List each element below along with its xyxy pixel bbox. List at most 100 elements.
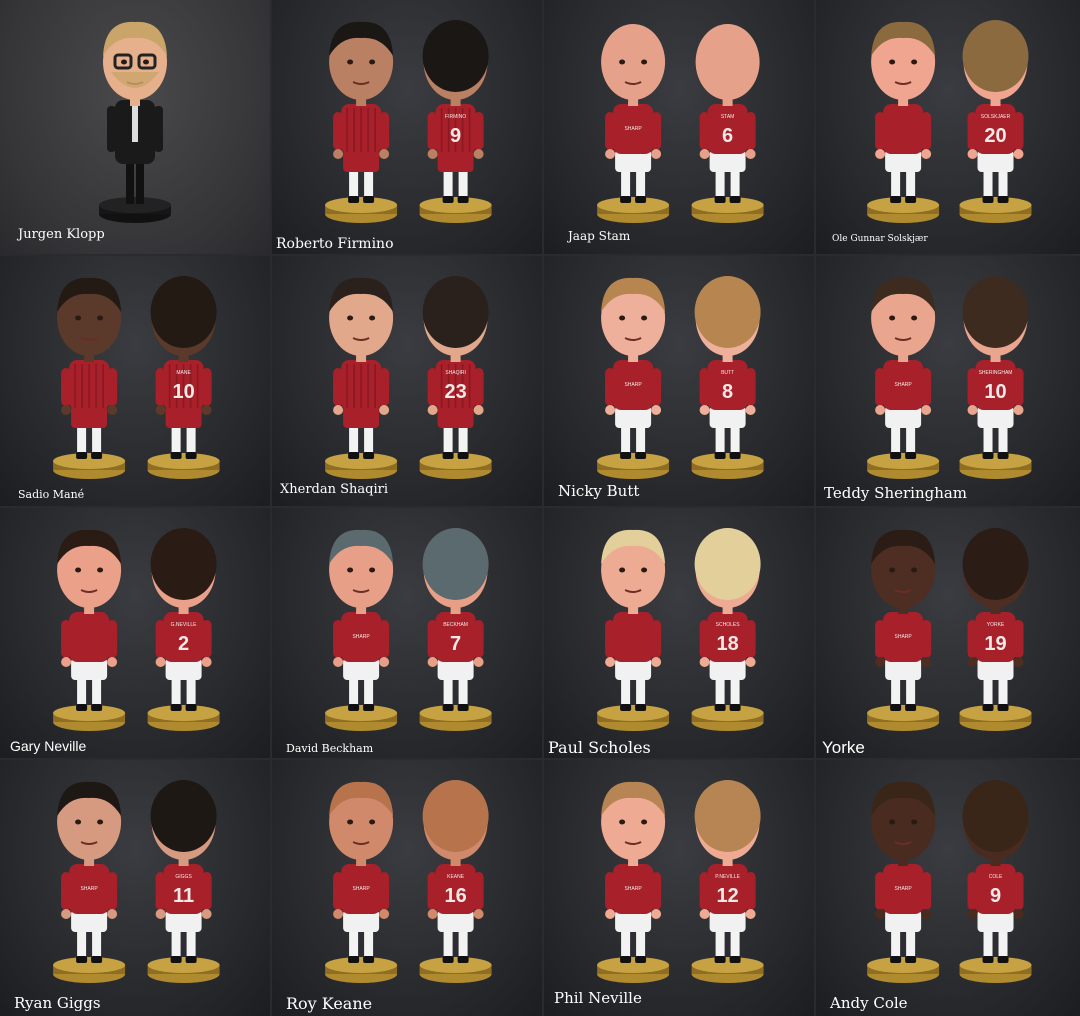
figurine-boot xyxy=(729,704,741,711)
figurine-hand xyxy=(201,909,212,919)
figurine-hair xyxy=(962,780,1029,852)
figurine-boot xyxy=(890,704,902,711)
player-name-caption: Paul Scholes xyxy=(548,738,651,757)
figurine-eye xyxy=(347,59,354,65)
player-name-caption: Sadio Mané xyxy=(18,488,85,501)
shirt-sponsor: SHARP xyxy=(895,382,913,388)
figurine-hand xyxy=(967,405,978,415)
figurine-front-view: SHARP xyxy=(867,529,940,731)
figurine-eye xyxy=(911,59,918,65)
figurine-eye xyxy=(619,819,626,825)
shirt-back-number: 2 xyxy=(178,633,189,655)
figurine-hand xyxy=(473,149,484,159)
figurine-eye xyxy=(641,59,648,65)
figurine-boot xyxy=(982,704,994,711)
figurine-boot xyxy=(348,196,360,203)
figurine-hand xyxy=(427,149,438,159)
figurine-hair xyxy=(150,780,217,852)
figurine-photo: MANE 10 xyxy=(53,276,220,479)
figurine-boot xyxy=(348,956,360,963)
figurine-boot xyxy=(457,704,469,711)
figurine-hand xyxy=(333,909,344,919)
figurine-hand xyxy=(745,149,756,159)
figurine-eye xyxy=(619,567,626,573)
figurine-boot xyxy=(170,452,182,459)
figurine-hand xyxy=(921,405,932,415)
figurine-eye xyxy=(911,567,918,573)
shirt-sponsor: SHARP xyxy=(895,634,913,640)
figurine-hand xyxy=(155,909,166,919)
shirt-back-number: 10 xyxy=(172,381,194,403)
figurine-hand xyxy=(201,657,212,667)
figurine-back-view: MANE 10 xyxy=(147,276,220,479)
figurine-leg xyxy=(983,930,993,960)
figurine-boot xyxy=(997,196,1009,203)
figurine-leg xyxy=(458,426,468,456)
figurine-leg xyxy=(621,426,631,456)
figurine-leg xyxy=(730,930,740,960)
figurine-photo: SHAQIRI 23 xyxy=(325,276,492,479)
figurine-leg xyxy=(364,426,374,456)
figurine-hand xyxy=(651,405,662,415)
figurine-hand xyxy=(379,657,390,667)
figurine-front-view: SHARP xyxy=(867,277,940,479)
figurine-back-view: G.NEVILLE 2 xyxy=(147,528,220,731)
player-name-caption: Andy Cole xyxy=(830,994,908,1012)
figurine-leg xyxy=(77,426,87,456)
figurine-back-view: GIGGS 11 xyxy=(147,780,220,983)
figurine-hand xyxy=(379,149,390,159)
figurine-boot xyxy=(905,704,917,711)
figurine-hair xyxy=(422,276,489,348)
figurine-hand xyxy=(107,657,118,667)
figurine-hand xyxy=(155,405,166,415)
figurine-hair xyxy=(694,780,761,852)
figurine-hand xyxy=(379,405,390,415)
figurine-leg xyxy=(349,170,359,200)
figurine-hand xyxy=(61,909,72,919)
figurine-leg xyxy=(906,426,916,456)
figurine-leg xyxy=(364,678,374,708)
figurine-leg xyxy=(636,930,646,960)
figurine-photo: G.NEVILLE 2 xyxy=(53,528,220,731)
figurine-hand xyxy=(967,909,978,919)
figurine-eye xyxy=(889,315,896,321)
figurine-hand xyxy=(921,149,932,159)
figurine-boot xyxy=(620,956,632,963)
figurine-boot xyxy=(620,704,632,711)
figurine-front-view xyxy=(325,21,398,223)
figurine-boot xyxy=(997,452,1009,459)
figurine-photo: SHARP STAM 6 xyxy=(597,24,764,223)
figurine-eye xyxy=(619,315,626,321)
shirt-back-number: 7 xyxy=(450,633,461,655)
figurine-hand xyxy=(605,149,616,159)
figurine-photo: SHARP SHERINGHAM 10 xyxy=(867,276,1032,479)
shirt-back-name: SHAQIRI xyxy=(445,370,466,376)
figurine-photo xyxy=(99,21,171,223)
figurine-hair xyxy=(962,20,1029,92)
figurine-back-view: BUTT 8 xyxy=(691,276,764,479)
figurine-hand xyxy=(967,149,978,159)
figurine-hair xyxy=(694,528,761,600)
figurine-hand xyxy=(379,909,390,919)
figurine-leg xyxy=(349,930,359,960)
figurine-hair xyxy=(422,780,489,852)
figurine-boot xyxy=(91,452,103,459)
figurine-boot xyxy=(620,452,632,459)
figurine-boot xyxy=(890,452,902,459)
figurine-leg xyxy=(906,170,916,200)
figurine-tile: SHARP BUTT 8 Nicky Butt xyxy=(544,256,814,506)
shirt-back-name: P.NEVILLE xyxy=(715,874,740,880)
figurine-boot xyxy=(457,452,469,459)
figurine-eye xyxy=(641,819,648,825)
figurine-eye xyxy=(369,567,376,573)
figurine-tile: SHARP GIGGS 11 Ryan Giggs xyxy=(0,760,270,1016)
figurine-boot xyxy=(76,452,88,459)
figurine-boot xyxy=(714,452,726,459)
figurine-boot xyxy=(185,452,197,459)
figurine-photo: SHARP GIGGS 11 xyxy=(53,780,220,983)
shirt-back-name: STAM xyxy=(721,114,735,120)
figurine-eye xyxy=(889,567,896,573)
figurine-eye xyxy=(75,819,82,825)
figurine-photo: SHARP COLE 9 xyxy=(867,780,1032,983)
figurine-head xyxy=(695,24,760,100)
